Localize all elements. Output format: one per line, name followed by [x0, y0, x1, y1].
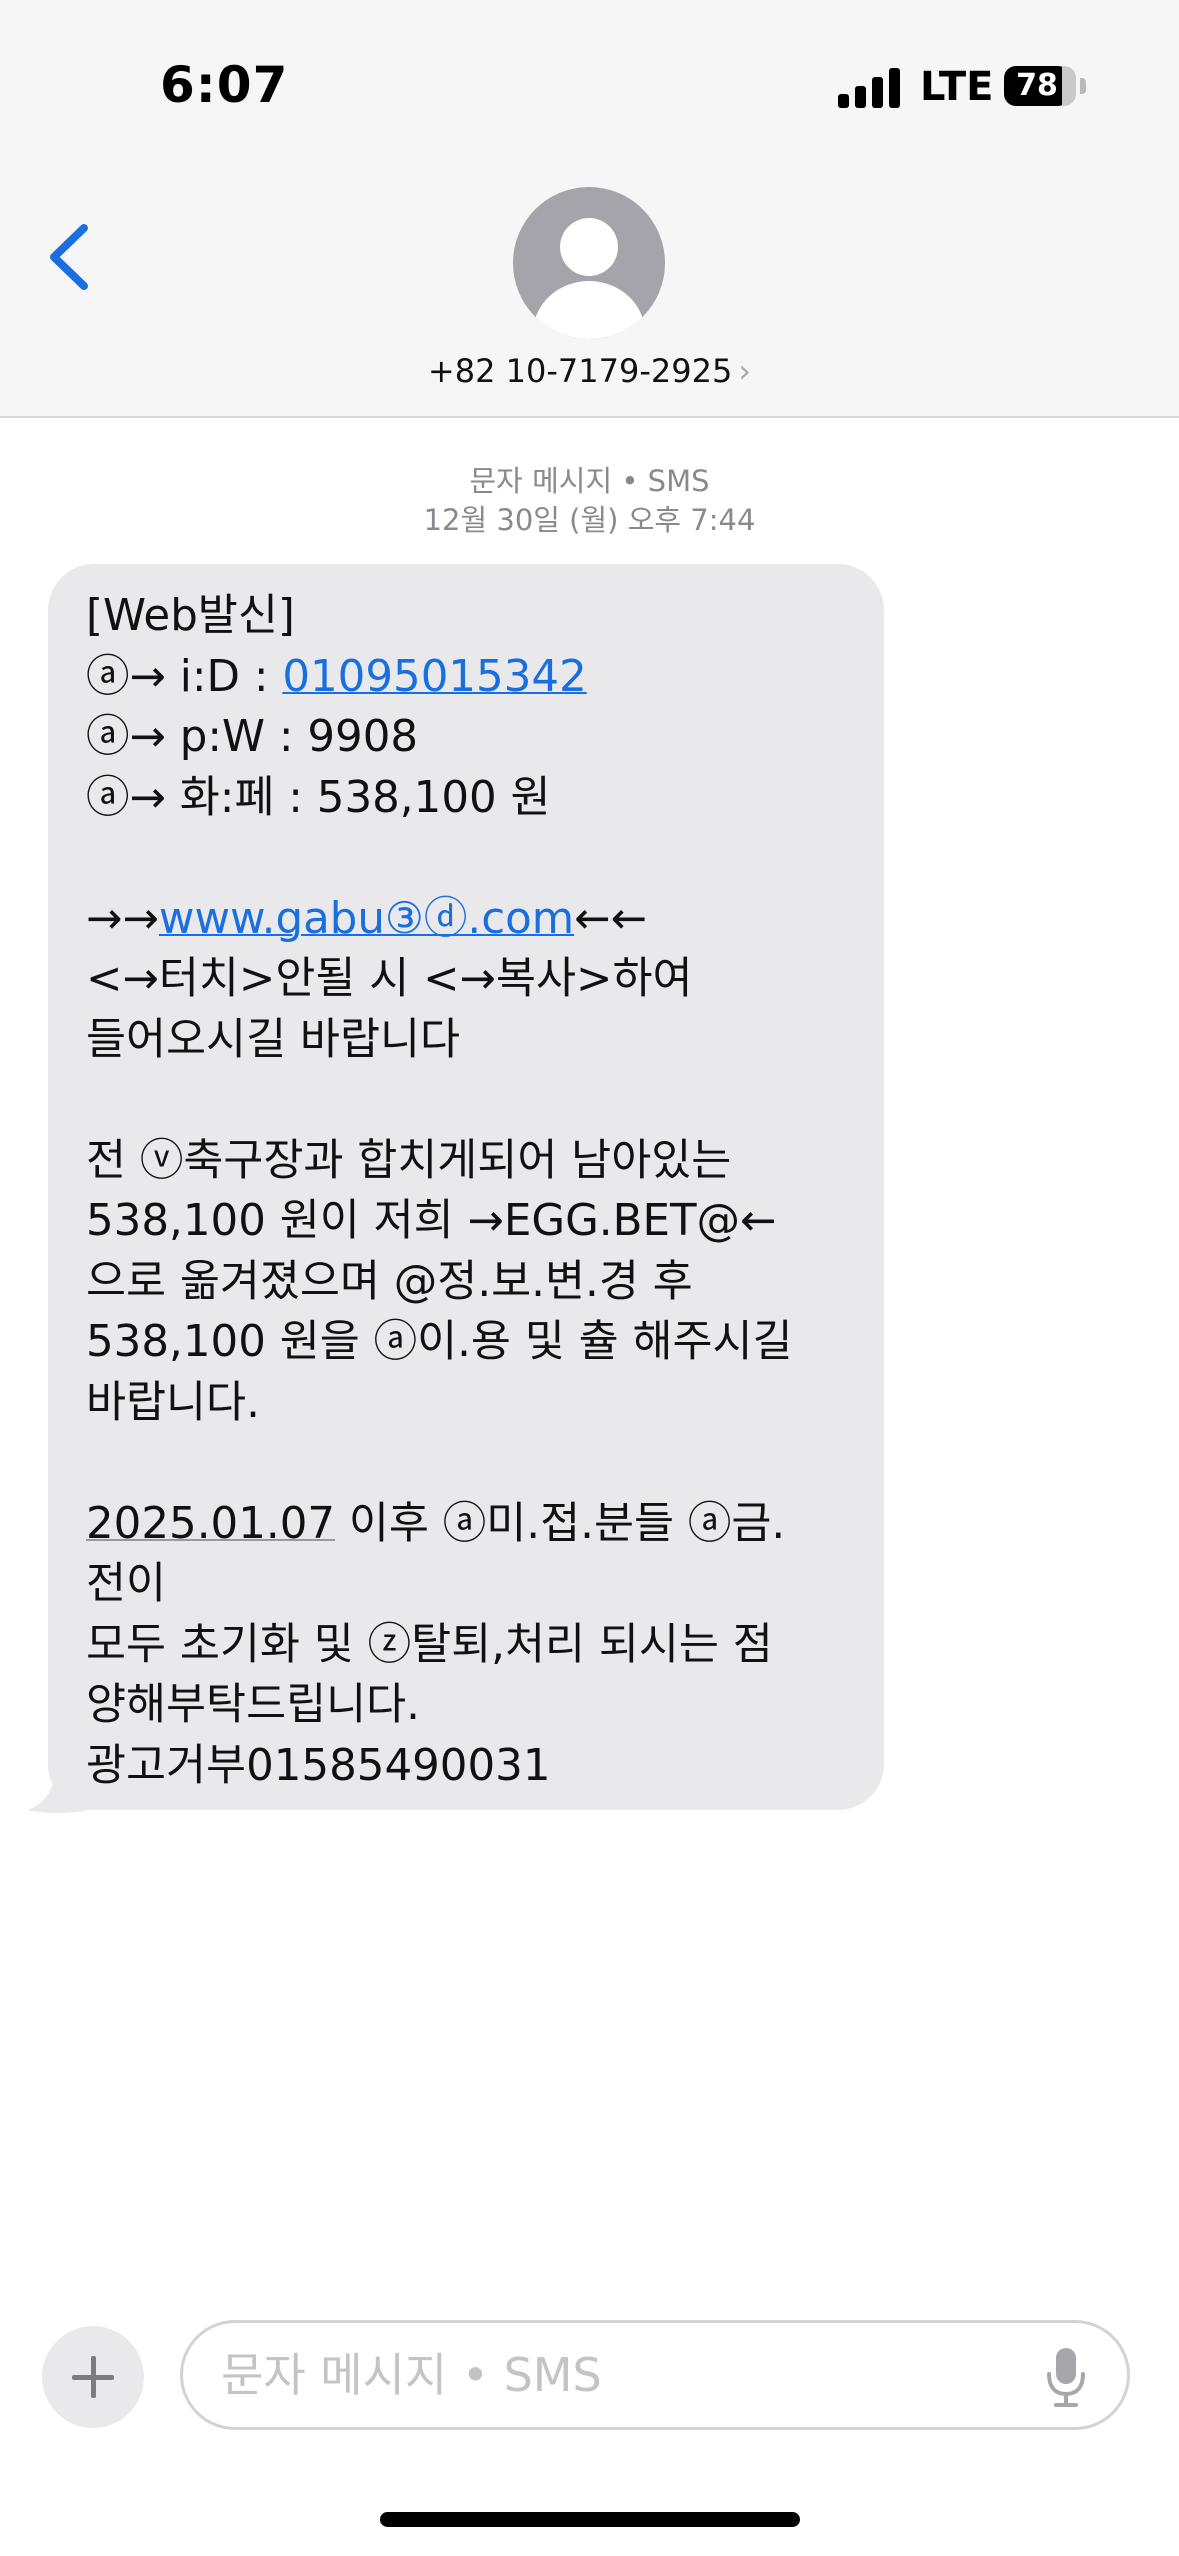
- message-text: 이후 ⓐ미.접.분들 ⓐ금.: [335, 1498, 786, 1549]
- message-input-placeholder: 문자 메시지 • SMS: [221, 2348, 602, 2402]
- service-label: 문자 메시지 • SMS: [469, 464, 710, 498]
- message-text: 538,100 원을 ⓐ이.용 및 츌 해주시길: [86, 1317, 793, 1367]
- message-line: 모두 초기화 및 ⓩ탈퇴,처리 되시는 점: [86, 1615, 854, 1676]
- contact-number[interactable]: +82 10-7179-2925: [428, 352, 732, 390]
- battery-icon: 78: [1004, 66, 1070, 106]
- message-text: 538,100 원이 저희 →EGG.BET@←: [86, 1196, 777, 1246]
- message-line: 광고거부01585490031: [86, 1736, 854, 1797]
- chevron-right-icon: ›: [738, 352, 752, 390]
- message-text: ⓐ→ i:D :: [86, 651, 283, 702]
- network-label: LTE: [920, 64, 994, 110]
- message-line: 바랍니다.: [86, 1373, 854, 1434]
- message-link[interactable]: 01095015342: [282, 652, 586, 702]
- message-text: 광고거부01585490031: [86, 1740, 551, 1791]
- add-attachment-button[interactable]: [42, 2326, 144, 2428]
- person-icon[interactable]: [513, 187, 665, 339]
- message-link[interactable]: www.gabu③ⓓ.com: [159, 894, 574, 944]
- message-line: 양해부탁드립니다.: [86, 1675, 854, 1736]
- message-text: 바랍니다.: [86, 1377, 260, 1428]
- battery-cap: [1080, 78, 1086, 94]
- message-input[interactable]: 문자 메시지 • SMS: [180, 2320, 1130, 2430]
- message-text: [Web발신]: [86, 591, 295, 641]
- message-text: <→터치>안될 시 <→복사>하여: [86, 954, 693, 1004]
- message-text: 전 ⓥ축구장과 합치게되어 남아있는: [86, 1135, 732, 1186]
- message-line: ⓐ→ 화:페 : 538,100 원: [86, 768, 854, 829]
- message-body: [Web발신] ⓐ→ i:D : 01095015342 ⓐ→ p:W : 9908…: [86, 586, 854, 1796]
- message-line: [Web발신]: [86, 586, 854, 647]
- contact-name[interactable]: +82 10-7179-2925 ›: [0, 352, 1179, 390]
- message-line: 전이: [86, 1554, 854, 1615]
- status-time: 6:07: [160, 56, 289, 114]
- message-text: 모두 초기화 및 ⓩ탈퇴,처리 되시는 점: [86, 1619, 773, 1670]
- message-line: ⓐ→ p:W : 9908: [86, 707, 854, 768]
- message-text: ⓐ→ p:W : 9908: [86, 712, 419, 762]
- message-line: 들어오시길 바랍니다: [86, 1010, 854, 1071]
- message-line: 2025.01.07 이후 ⓐ미.접.분들 ⓐ금.: [86, 1494, 854, 1555]
- message-text: 들어오시길 바랍니다: [86, 1014, 461, 1065]
- signal-bars-icon: [838, 66, 900, 108]
- home-indicator: [380, 2512, 800, 2527]
- message-line: 538,100 원이 저희 →EGG.BET@←: [86, 1191, 854, 1252]
- message-bubble[interactable]: [Web발신] ⓐ→ i:D : 01095015342 ⓐ→ p:W : 9908…: [48, 564, 884, 1810]
- message-text: 전이: [86, 1559, 167, 1609]
- message-line: 538,100 원을 ⓐ이.용 및 츌 해주시길: [86, 1312, 854, 1373]
- message-text: ⓐ→ 화:페 : 538,100 원: [86, 772, 551, 823]
- chevron-left-icon[interactable]: [44, 222, 100, 292]
- microphone-icon[interactable]: [1044, 2346, 1088, 2408]
- message-line: →→www.gabu③ⓓ.com←←: [86, 889, 854, 950]
- message-timestamp: 12월 30일 (월) 오후 7:44: [423, 503, 756, 537]
- battery-empty-segment: [1062, 66, 1076, 106]
- message-text: 으로 옮겨졌으며 @정.보.변.경 후: [86, 1256, 693, 1307]
- message-line: ⓐ→ i:D : 01095015342: [86, 647, 854, 708]
- message-text: →→: [86, 893, 159, 944]
- message-date-link[interactable]: 2025.01.07: [86, 1499, 335, 1549]
- message-line: <→터치>안될 시 <→복사>하여: [86, 949, 854, 1010]
- conversation-header: 6:07 LTE 78 +82 10-7179-2925 ›: [0, 0, 1179, 418]
- message-line: 으로 옮겨졌으며 @정.보.변.경 후: [86, 1252, 854, 1313]
- message-text: 양해부탁드립니다.: [86, 1680, 420, 1730]
- message-text: ←←: [574, 893, 648, 944]
- message-line: 전 ⓥ축구장과 합치게되어 남아있는: [86, 1131, 854, 1192]
